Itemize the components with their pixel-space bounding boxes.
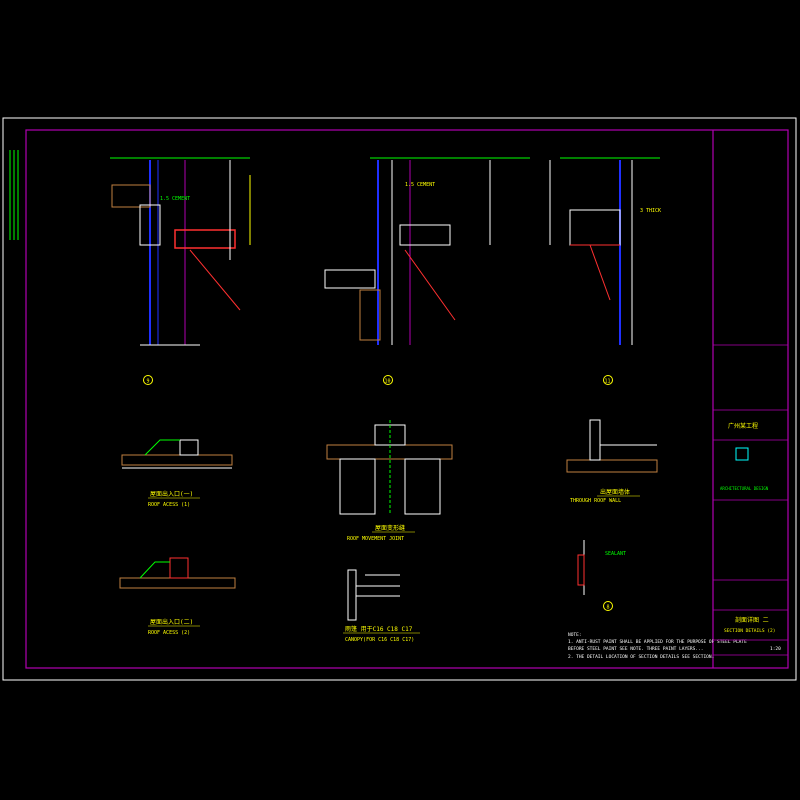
detail-11: 3 THICK 11 <box>549 157 661 385</box>
section-roof-access-1: 屋面出入口(一) ROOF ACESS (1) <box>121 439 233 508</box>
roof-access-2-en: ROOF ACESS (2) <box>148 630 190 636</box>
section-canopy: 雨篷 用于C16 C18 C17 CANOPY(FOR C16 C18 C17) <box>343 569 420 643</box>
detail-10: 1.5 CEMENT 10 <box>324 157 530 385</box>
roof-movement-joint-en: ROOF MOVEMENT JOINT <box>347 536 404 542</box>
roof-movement-joint-cn: 屋面变形缝 <box>375 524 405 532</box>
cad-drawing-sheet: 1.5 CEMENT 9 1.5 CEMENT 10 3 THICK 11 屋面… <box>2 117 797 681</box>
notes-block: NOTE: 1. ANTI-RUST PAINT SHALL BE APPLIE… <box>568 632 747 660</box>
detail-9-number: 9 <box>147 379 150 385</box>
note-line-4: 2. THE DETAIL LOCATION OF SECTION DETAIL… <box>568 654 714 660</box>
canopy-cn: 雨篷 用于C16 C18 C17 <box>345 625 413 633</box>
detail-9: 1.5 CEMENT 9 <box>110 157 251 385</box>
note-line-1: NOTE: <box>568 632 582 638</box>
through-roof-wall-en: THROUGH ROOF WALL <box>570 498 621 504</box>
detail-10-number: 10 <box>385 379 391 385</box>
detail-8: SEALANT 8 <box>577 540 626 611</box>
detail-8-label: SEALANT <box>605 551 626 557</box>
title-block-project: 广州某工程 <box>728 422 758 430</box>
canopy-en: CANOPY(FOR C16 C18 C17) <box>345 637 414 643</box>
left-margin-binding <box>9 150 19 240</box>
section-roof-movement-joint: 屋面变形缝 ROOF MOVEMENT JOINT <box>326 420 453 542</box>
section-roof-access-2: 屋面出入口(二) ROOF ACESS (2) <box>119 557 236 636</box>
detail-9-label: 1.5 CEMENT <box>160 196 190 202</box>
section-through-roof-wall: 出屋面墙体 THROUGH ROOF WALL <box>566 419 658 504</box>
note-line-3: BEFORE STEEL PAINT SEE NOTE. THREE PAINT… <box>568 646 703 652</box>
title-block-drawing-title-en: SECTION DETAILS (2) <box>724 628 775 634</box>
company-logo <box>735 447 749 461</box>
title-block-drawing-title: 剖面详图 二 <box>735 616 769 624</box>
through-roof-wall-cn: 出屋面墙体 <box>600 488 630 496</box>
roof-access-2-cn: 屋面出入口(二) <box>150 618 193 626</box>
title-block-scale: 1:20 <box>770 646 781 652</box>
title-block: 广州某工程 ARCHITECTURAL DESIGN 剖面详图 二 SECTIO… <box>713 344 788 656</box>
roof-access-1-cn: 屋面出入口(一) <box>150 490 193 498</box>
detail-8-number: 8 <box>607 605 610 611</box>
roof-access-1-en: ROOF ACESS (1) <box>148 502 190 508</box>
title-block-company-en: ARCHITECTURAL DESIGN <box>720 486 769 491</box>
detail-10-label: 1.5 CEMENT <box>405 182 435 188</box>
detail-11-label: 3 THICK <box>640 208 661 214</box>
detail-11-number: 11 <box>605 379 611 385</box>
